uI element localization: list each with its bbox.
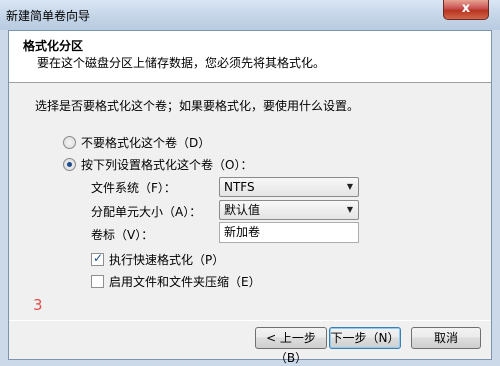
- no-format-option[interactable]: 不要格式化这个卷（D）: [63, 134, 210, 151]
- close-button[interactable]: x: [443, 0, 489, 20]
- title-bar: 新建简单卷向导 x: [0, 0, 500, 30]
- quick-format-option[interactable]: 执行快速格式化（P）: [91, 251, 224, 268]
- page-title: 格式化分区: [23, 39, 84, 53]
- cancel-button[interactable]: 取消: [411, 327, 481, 349]
- quick-format-label: 执行快速格式化（P）: [109, 253, 225, 267]
- file-system-select[interactable]: NTFS ▼: [219, 177, 359, 197]
- format-question: 选择是否要格式化这个卷；如果要格式化，要使用什么设置。: [35, 99, 360, 113]
- format-option[interactable]: 按下列设置格式化这个卷（O）：: [63, 156, 252, 173]
- footer-divider: [9, 320, 491, 321]
- next-button[interactable]: 下一步（N）: [329, 327, 401, 349]
- compression-option[interactable]: 启用文件和文件夹压缩（E）: [91, 273, 261, 290]
- compression-label: 启用文件和文件夹压缩（E）: [109, 275, 261, 289]
- wizard-dialog: 格式化分区 要在这个磁盘分区上储存数据，您必须先将其格式化。 选择是否要格式化这…: [8, 30, 492, 365]
- allocation-unit-select[interactable]: 默认值 ▼: [219, 200, 359, 220]
- chevron-down-icon: ▼: [346, 205, 353, 214]
- close-icon: x: [461, 1, 471, 16]
- compression-checkbox[interactable]: [91, 275, 104, 288]
- no-format-label: 不要格式化这个卷（D）: [81, 136, 211, 150]
- allocation-unit-value: 默认值: [224, 203, 261, 217]
- chevron-down-icon: ▼: [346, 182, 353, 191]
- wizard-header: 格式化分区 要在这个磁盘分区上储存数据，您必须先将其格式化。: [9, 31, 491, 83]
- format-label: 按下列设置格式化这个卷（O）：: [81, 158, 253, 172]
- volume-label-label: 卷标（V）：: [91, 228, 154, 242]
- format-radio[interactable]: [63, 158, 76, 171]
- step-annotation: 3: [33, 296, 43, 314]
- back-button[interactable]: < 上一步（B）: [255, 327, 327, 365]
- window-title: 新建简单卷向导: [6, 9, 91, 23]
- file-system-label: 文件系统（F）：: [91, 181, 176, 195]
- file-system-value: NTFS: [224, 180, 255, 194]
- page-subtitle: 要在这个磁盘分区上储存数据，您必须先将其格式化。: [37, 56, 326, 70]
- no-format-radio[interactable]: [63, 136, 76, 149]
- volume-label-input[interactable]: 新加卷: [219, 222, 359, 243]
- allocation-unit-label: 分配单元大小（A）：: [91, 205, 202, 219]
- quick-format-checkbox[interactable]: [91, 251, 104, 266]
